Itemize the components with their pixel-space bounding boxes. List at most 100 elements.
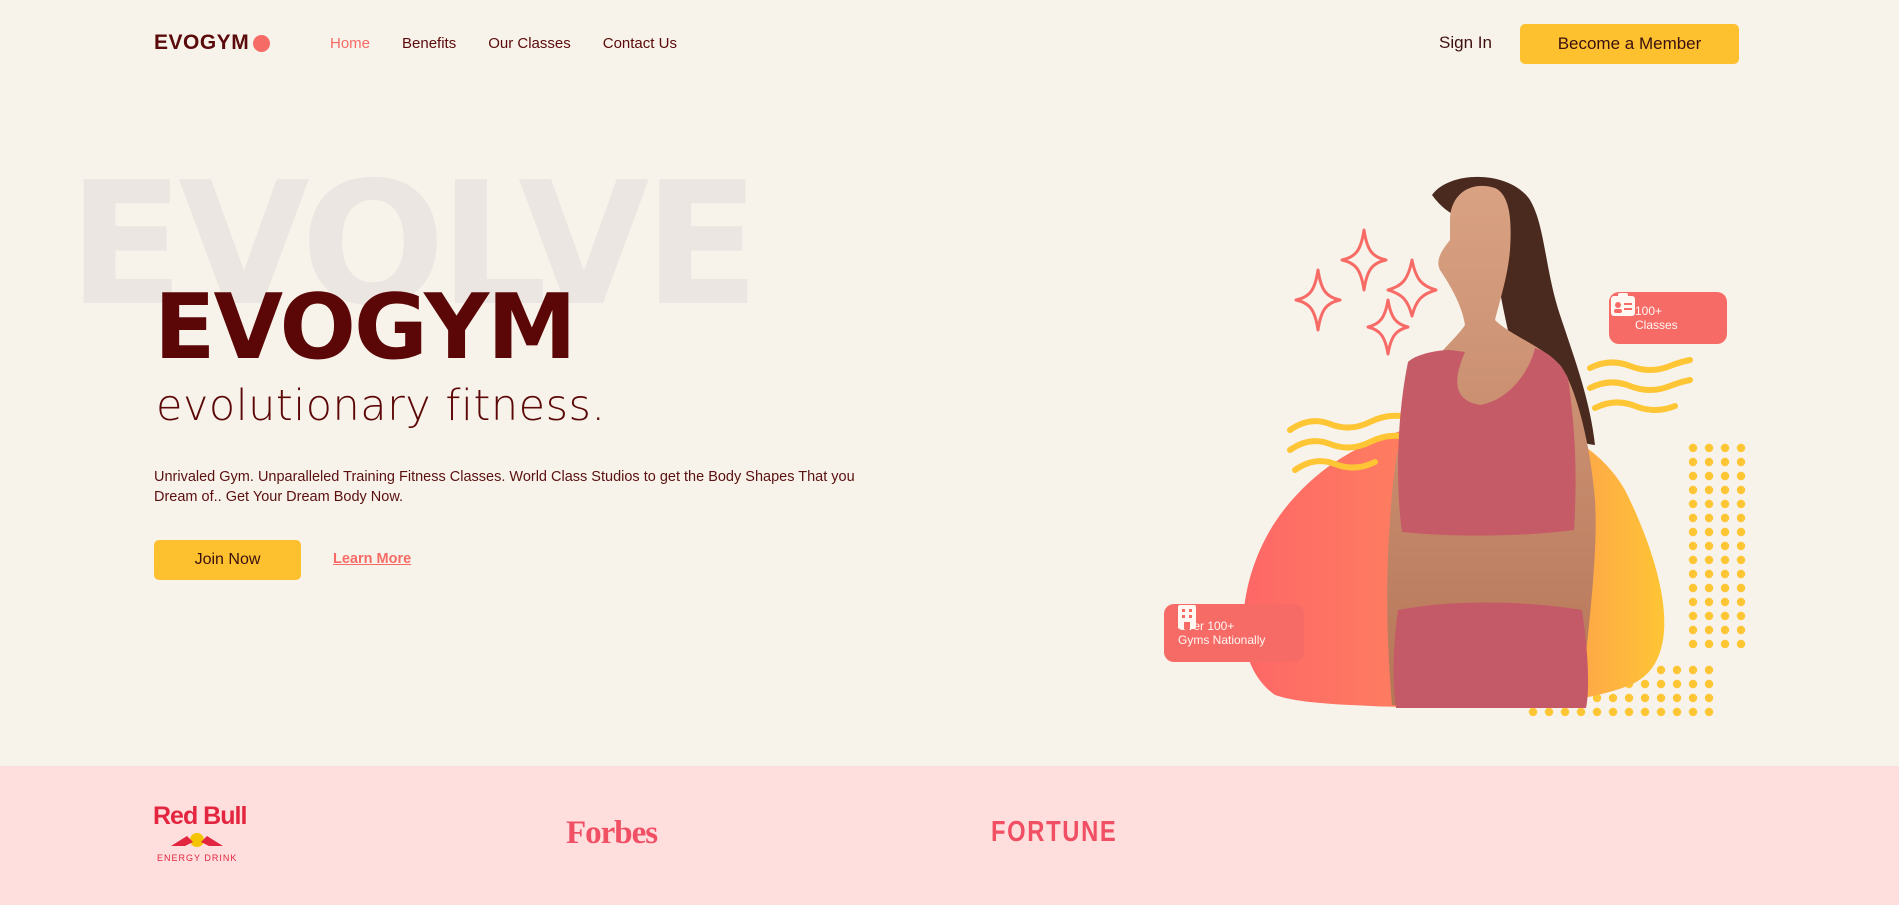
shorts <box>1393 602 1589 708</box>
dot <box>1736 443 1746 453</box>
nav-link-contact-us[interactable]: Contact Us <box>603 35 677 52</box>
dot <box>1704 457 1714 467</box>
dot <box>1608 707 1618 717</box>
nav-link-our-classes[interactable]: Our Classes <box>488 35 571 52</box>
dot <box>1640 679 1650 689</box>
dot <box>1688 693 1698 703</box>
dot <box>1640 693 1650 703</box>
dot <box>1688 569 1698 579</box>
dot <box>1736 499 1746 509</box>
dot <box>1720 443 1730 453</box>
classes-badge: 100+ Classes <box>1609 292 1727 344</box>
dot <box>1736 457 1746 467</box>
dot <box>1688 485 1698 495</box>
dot <box>1704 555 1714 565</box>
dot <box>1704 485 1714 495</box>
dot <box>1736 527 1746 537</box>
dot <box>1704 527 1714 537</box>
dot <box>1720 625 1730 635</box>
dot <box>1736 471 1746 481</box>
dot <box>1688 527 1698 537</box>
dot <box>1624 693 1634 703</box>
dot <box>1720 611 1730 621</box>
dot <box>1656 665 1666 675</box>
dot <box>1544 707 1554 717</box>
dot <box>1736 555 1746 565</box>
dot <box>1624 707 1634 717</box>
hero-illustration: 100+ Classes Over 100+ Gyms Nationally <box>1150 100 1750 760</box>
dot <box>1704 513 1714 523</box>
redbull-wordmark: Red Bull <box>153 802 247 830</box>
hero-description: Unrivaled Gym. Unparalleled Training Fit… <box>154 469 855 505</box>
dot <box>1688 471 1698 481</box>
classes-badge-line1: 100+ <box>1635 304 1663 318</box>
become-member-button[interactable]: Become a Member <box>1520 24 1739 64</box>
redbull-subtitle: ENERGY DRINK <box>157 853 238 863</box>
dot <box>1672 707 1682 717</box>
dot <box>1720 457 1730 467</box>
dot <box>1704 541 1714 551</box>
building-icon <box>1178 605 1196 629</box>
dot <box>1688 611 1698 621</box>
dot <box>1720 639 1730 649</box>
dot <box>1736 597 1746 607</box>
nav-links: Home Benefits Our Classes Contact Us <box>330 35 677 52</box>
dot <box>1704 693 1714 703</box>
dot <box>1688 679 1698 689</box>
learn-more-link[interactable]: Learn More <box>333 551 411 567</box>
nav-link-benefits[interactable]: Benefits <box>402 35 456 52</box>
dot <box>1528 707 1538 717</box>
dot <box>1720 541 1730 551</box>
hero-subtitle: evolutionary fitness. <box>156 381 606 431</box>
dot <box>1688 555 1698 565</box>
gyms-badge: Over 100+ Gyms Nationally <box>1164 604 1304 662</box>
dot <box>1704 679 1714 689</box>
dot <box>1704 471 1714 481</box>
logo[interactable]: EVOGYM <box>154 31 271 55</box>
dot <box>1704 665 1714 675</box>
dot <box>1736 485 1746 495</box>
hero-title: EVOGYM <box>154 275 577 380</box>
wave-lines-right <box>1587 357 1693 413</box>
join-now-button[interactable]: Join Now <box>154 540 301 580</box>
dot <box>1608 693 1618 703</box>
dot <box>1720 583 1730 593</box>
gyms-badge-line2: Gyms Nationally <box>1178 633 1266 647</box>
dot <box>1688 499 1698 509</box>
dot <box>1720 555 1730 565</box>
dot <box>1720 499 1730 509</box>
dot <box>1688 625 1698 635</box>
dot <box>1736 611 1746 621</box>
dot <box>1720 527 1730 537</box>
dot <box>1672 679 1682 689</box>
dot <box>1736 513 1746 523</box>
dot <box>1688 583 1698 593</box>
logo-dot-icon <box>253 34 271 52</box>
classes-badge-line2: Classes <box>1635 318 1678 332</box>
dot <box>1704 499 1714 509</box>
dot <box>1736 569 1746 579</box>
dot <box>1736 639 1746 649</box>
dot <box>1720 597 1730 607</box>
sponsors-band: Red Bull ENERGY DRINK Forbes FORTUNE <box>0 766 1899 905</box>
id-card-icon <box>1611 293 1635 316</box>
dot <box>1704 611 1714 621</box>
dot <box>1688 443 1698 453</box>
dot <box>1704 443 1714 453</box>
dot <box>1560 707 1570 717</box>
dot <box>1736 583 1746 593</box>
dot <box>1720 485 1730 495</box>
dot <box>1704 597 1714 607</box>
dot <box>1656 707 1666 717</box>
dot <box>1688 513 1698 523</box>
dot <box>1704 707 1714 717</box>
dot <box>1704 625 1714 635</box>
dot <box>1688 541 1698 551</box>
dot <box>1672 693 1682 703</box>
dot <box>1736 541 1746 551</box>
sign-in-link[interactable]: Sign In <box>1439 33 1492 53</box>
sparkle-icon <box>1294 228 1438 356</box>
nav-link-home[interactable]: Home <box>330 35 370 52</box>
dot <box>1688 707 1698 717</box>
classes-badge-text: 100+ Classes <box>1635 304 1678 332</box>
